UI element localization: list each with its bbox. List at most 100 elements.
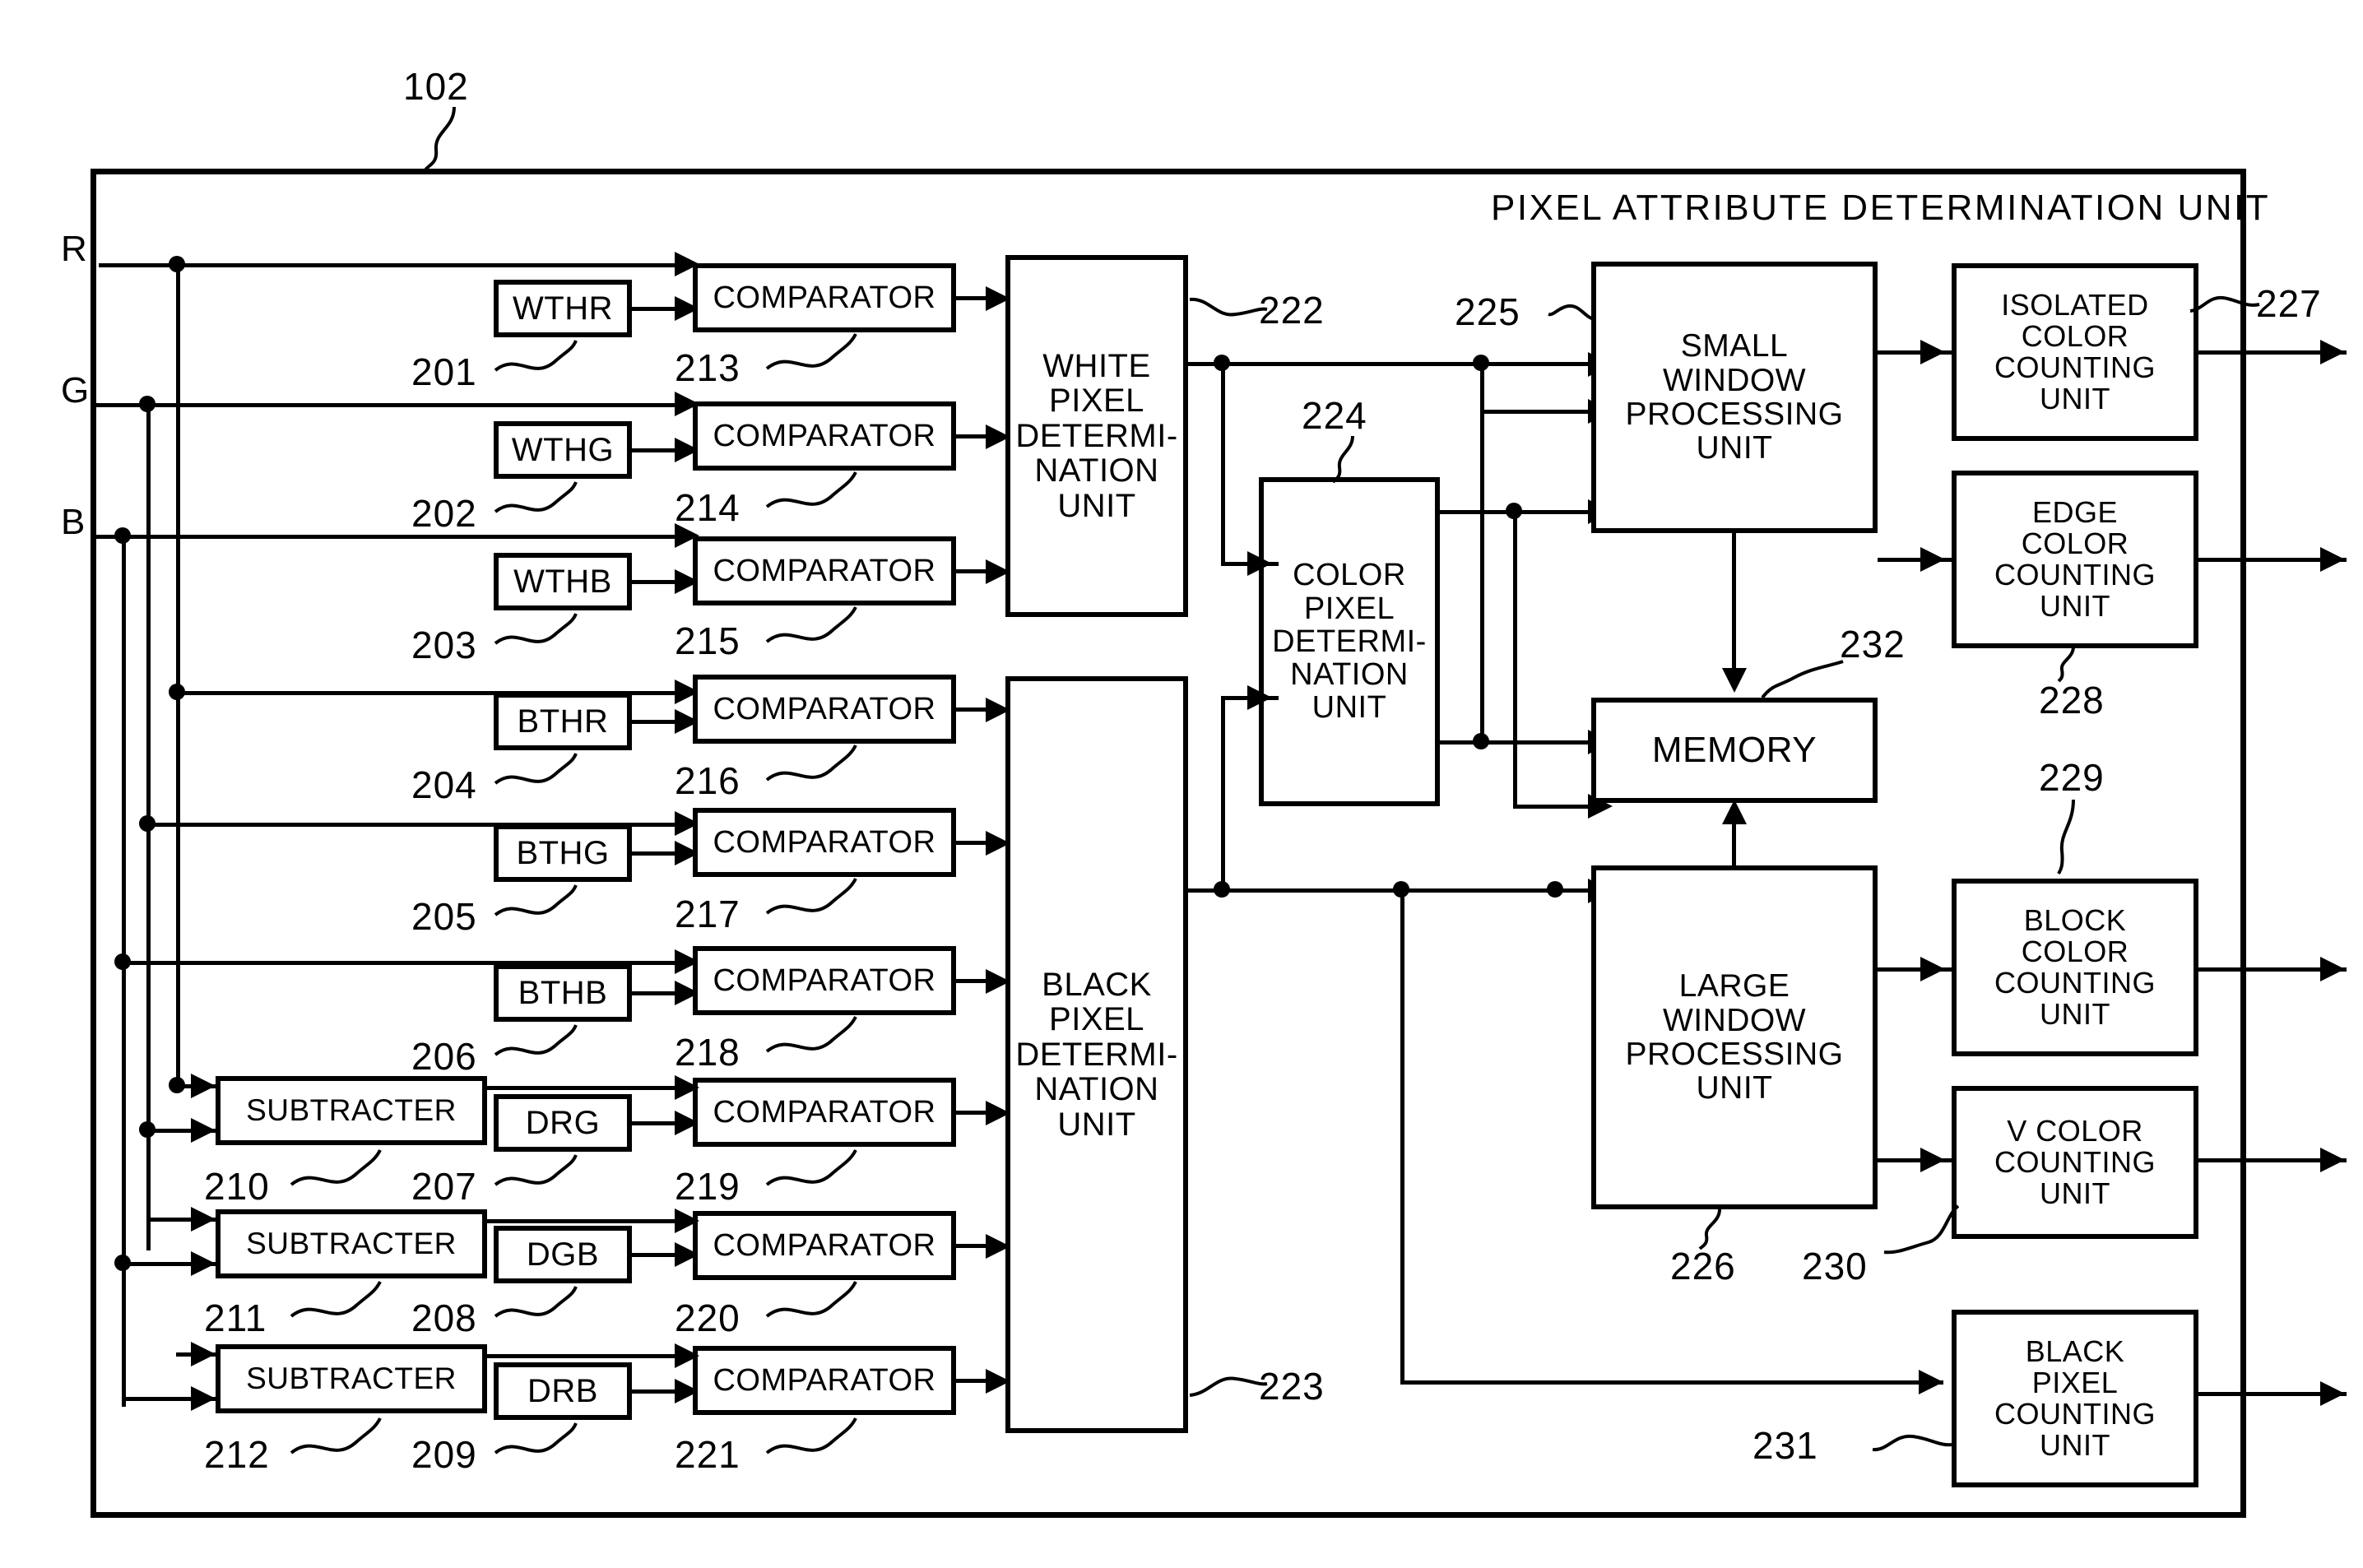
large-to-memory [1732,823,1736,869]
comparator-216: COMPARATOR [693,675,956,744]
junction-210a [169,1077,185,1093]
comparator-214-label: COMPARATOR [713,418,936,453]
small-window-processing-unit: SMALL WINDOW PROCESSING UNIT [1591,262,1878,533]
register-bthg: BTHG [494,824,632,882]
ref-214: 214 [675,486,740,529]
register-drb: DRB [494,1362,632,1420]
comparator-215: COMPARATOR [693,536,956,605]
junction-g [139,396,156,412]
leader-207 [494,1152,584,1201]
arrow-small-edge [1920,547,1945,572]
bus-b-vertical [122,535,126,1407]
bus-r-to-comp213 [99,263,693,267]
comparator-215-label: COMPARATOR [713,553,936,588]
isolated-color-counting-unit: ISOLATED COLOR COUNTING UNIT [1952,263,2198,441]
leader-217 [765,877,864,928]
ref-205: 205 [411,895,477,938]
junction-color-bot [1473,733,1489,749]
black-pixel-determination-unit-label: BLACK PIXEL DETERMI- NATION UNIT [1015,967,1178,1143]
register-bthr-label: BTHR [517,703,609,740]
junction-g-217 [139,815,156,832]
register-drb-label: DRB [527,1372,598,1409]
arrow-sub212 [675,1343,699,1368]
leader-231 [1871,1427,1953,1464]
junction-color-top [1506,503,1522,519]
leader-102 [411,106,485,173]
register-dgb: DGB [494,1226,632,1283]
register-wthb: WTHB [494,553,632,610]
ref-225: 225 [1455,290,1520,333]
register-dgb-label: DGB [526,1236,600,1273]
leader-218 [765,1015,864,1066]
color-out-top-to-large [1513,805,1591,809]
arrow-212a [191,1342,216,1366]
comparator-216-label: COMPARATOR [713,691,936,726]
leader-204 [494,750,584,800]
comparator-221-label: COMPARATOR [713,1362,936,1398]
junction-r [169,256,185,272]
leader-210 [290,1148,388,1199]
junction-b-218 [114,953,131,970]
leader-221 [765,1417,864,1468]
ref-207: 207 [411,1165,477,1208]
figure-canvas: 102 PIXEL ATTRIBUTE DETERMINATION UNIT R… [0,0,2363,1568]
arrow-output-block [2320,957,2345,981]
ref-204: 204 [411,763,477,806]
subtracter-210: SUBTRACTER [216,1076,487,1145]
arrow-large-memory [1722,800,1747,824]
arrow-222-color [1247,551,1272,576]
arrow-small-isolated [1920,340,1945,364]
arrow-output-blackpixel [2320,1381,2345,1406]
ref-217: 217 [675,893,740,935]
ref-219: 219 [675,1165,740,1208]
color-out-bot-to-small [1480,410,1591,414]
ref-216: 216 [675,759,740,802]
comparator-219: COMPARATOR [693,1078,956,1147]
ref-229: 229 [2039,756,2105,799]
leader-227 [2189,290,2263,324]
leader-201 [494,337,584,387]
edge-color-counting-unit: EDGE COLOR COUNTING UNIT [1952,471,2198,648]
arrow-210b [191,1118,216,1143]
ref-102: 102 [403,65,469,108]
leader-202 [494,479,584,528]
subtracter-212-label: SUBTRACTER [246,1362,457,1396]
register-wthr: WTHR [494,280,632,337]
register-drg: DRG [494,1094,632,1152]
small-to-memory [1732,533,1736,673]
comparator-218: COMPARATOR [693,946,956,1015]
comparator-217: COMPARATOR [693,808,956,877]
comparator-220: COMPARATOR [693,1211,956,1280]
input-port-b: B [61,502,86,542]
color-pixel-determination-unit-label: COLOR PIXEL DETERMI- NATION UNIT [1272,558,1427,726]
arrow-output-edge [2320,547,2345,572]
register-wthg-label: WTHG [511,431,615,468]
block-color-counting-unit-label: BLOCK COLOR COUNTING UNIT [1994,902,2156,1032]
isolated-color-counting-unit-label: ISOLATED COLOR COUNTING UNIT [1994,287,2156,416]
arrow-large-vcolor [1920,1148,1945,1172]
color-pixel-determination-unit: COLOR PIXEL DETERMI- NATION UNIT [1259,477,1440,806]
leader-215 [765,605,864,656]
ref-201: 201 [411,350,477,393]
leader-206 [494,1022,584,1071]
leader-232 [1761,650,1846,701]
large-window-processing-unit: LARGE WINDOW PROCESSING UNIT [1591,865,1878,1209]
ref-213: 213 [675,346,740,389]
ref-232: 232 [1840,623,1906,666]
comparator-214: COMPARATOR [693,401,956,471]
arrow-small-memory [1722,668,1747,693]
arrow-sub210 [675,1075,699,1100]
register-wthb-label: WTHB [513,563,612,600]
ref-215: 215 [675,619,740,662]
leader-213 [765,332,864,383]
subtracter-210-label: SUBTRACTER [246,1093,457,1128]
leader-224 [1331,435,1381,484]
register-bthr: BTHR [494,693,632,750]
ref-230: 230 [1802,1245,1868,1287]
v-color-counting-unit: V COLOR COUNTING UNIT [1952,1086,2198,1239]
ref-220: 220 [675,1297,740,1339]
arrow-223-color [1247,685,1272,710]
ref-218: 218 [675,1031,740,1074]
ref-210: 210 [204,1165,270,1208]
comparator-219-label: COMPARATOR [713,1094,936,1130]
